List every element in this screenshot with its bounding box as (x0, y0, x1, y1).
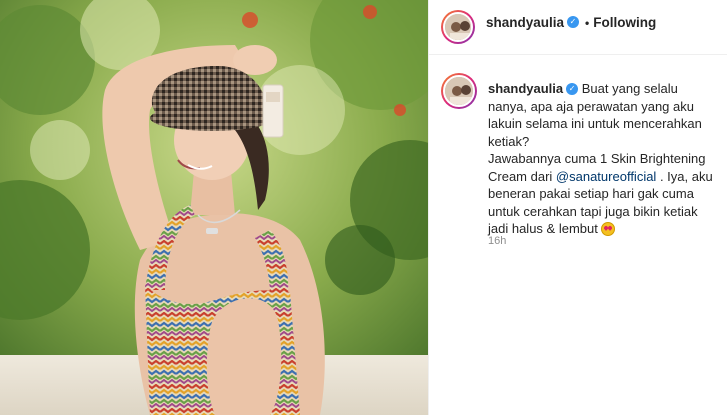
caption-avatar-image (443, 75, 475, 107)
caption-verified-badge-icon: ✓ (566, 82, 579, 95)
post-header: shandyaulia ✓ • Following (429, 0, 727, 55)
caption-mention-link[interactable]: @sanatureofficial (556, 169, 656, 184)
header-line: shandyaulia ✓ • Following (486, 15, 656, 30)
avatar-image (443, 12, 473, 42)
post-photo[interactable] (0, 0, 428, 415)
header-username[interactable]: shandyaulia (486, 15, 564, 30)
caption-avatar[interactable] (441, 73, 477, 109)
caption-username[interactable]: shandyaulia (488, 81, 563, 96)
following-button[interactable]: Following (593, 15, 656, 30)
post-timestamp[interactable]: 16h (488, 235, 506, 247)
post-details-panel: shandyaulia ✓ • Following shandyaulia ✓ Buat… (428, 0, 727, 415)
heart-eyes-emoji-icon (600, 221, 615, 236)
post-photo-illustration (0, 0, 428, 415)
post-caption: shandyaulia ✓ Buat yang selalu nanya, apa… (488, 80, 716, 238)
avatar[interactable] (441, 10, 475, 44)
verified-badge-icon: ✓ (567, 16, 580, 29)
separator-dot: • (585, 16, 590, 30)
